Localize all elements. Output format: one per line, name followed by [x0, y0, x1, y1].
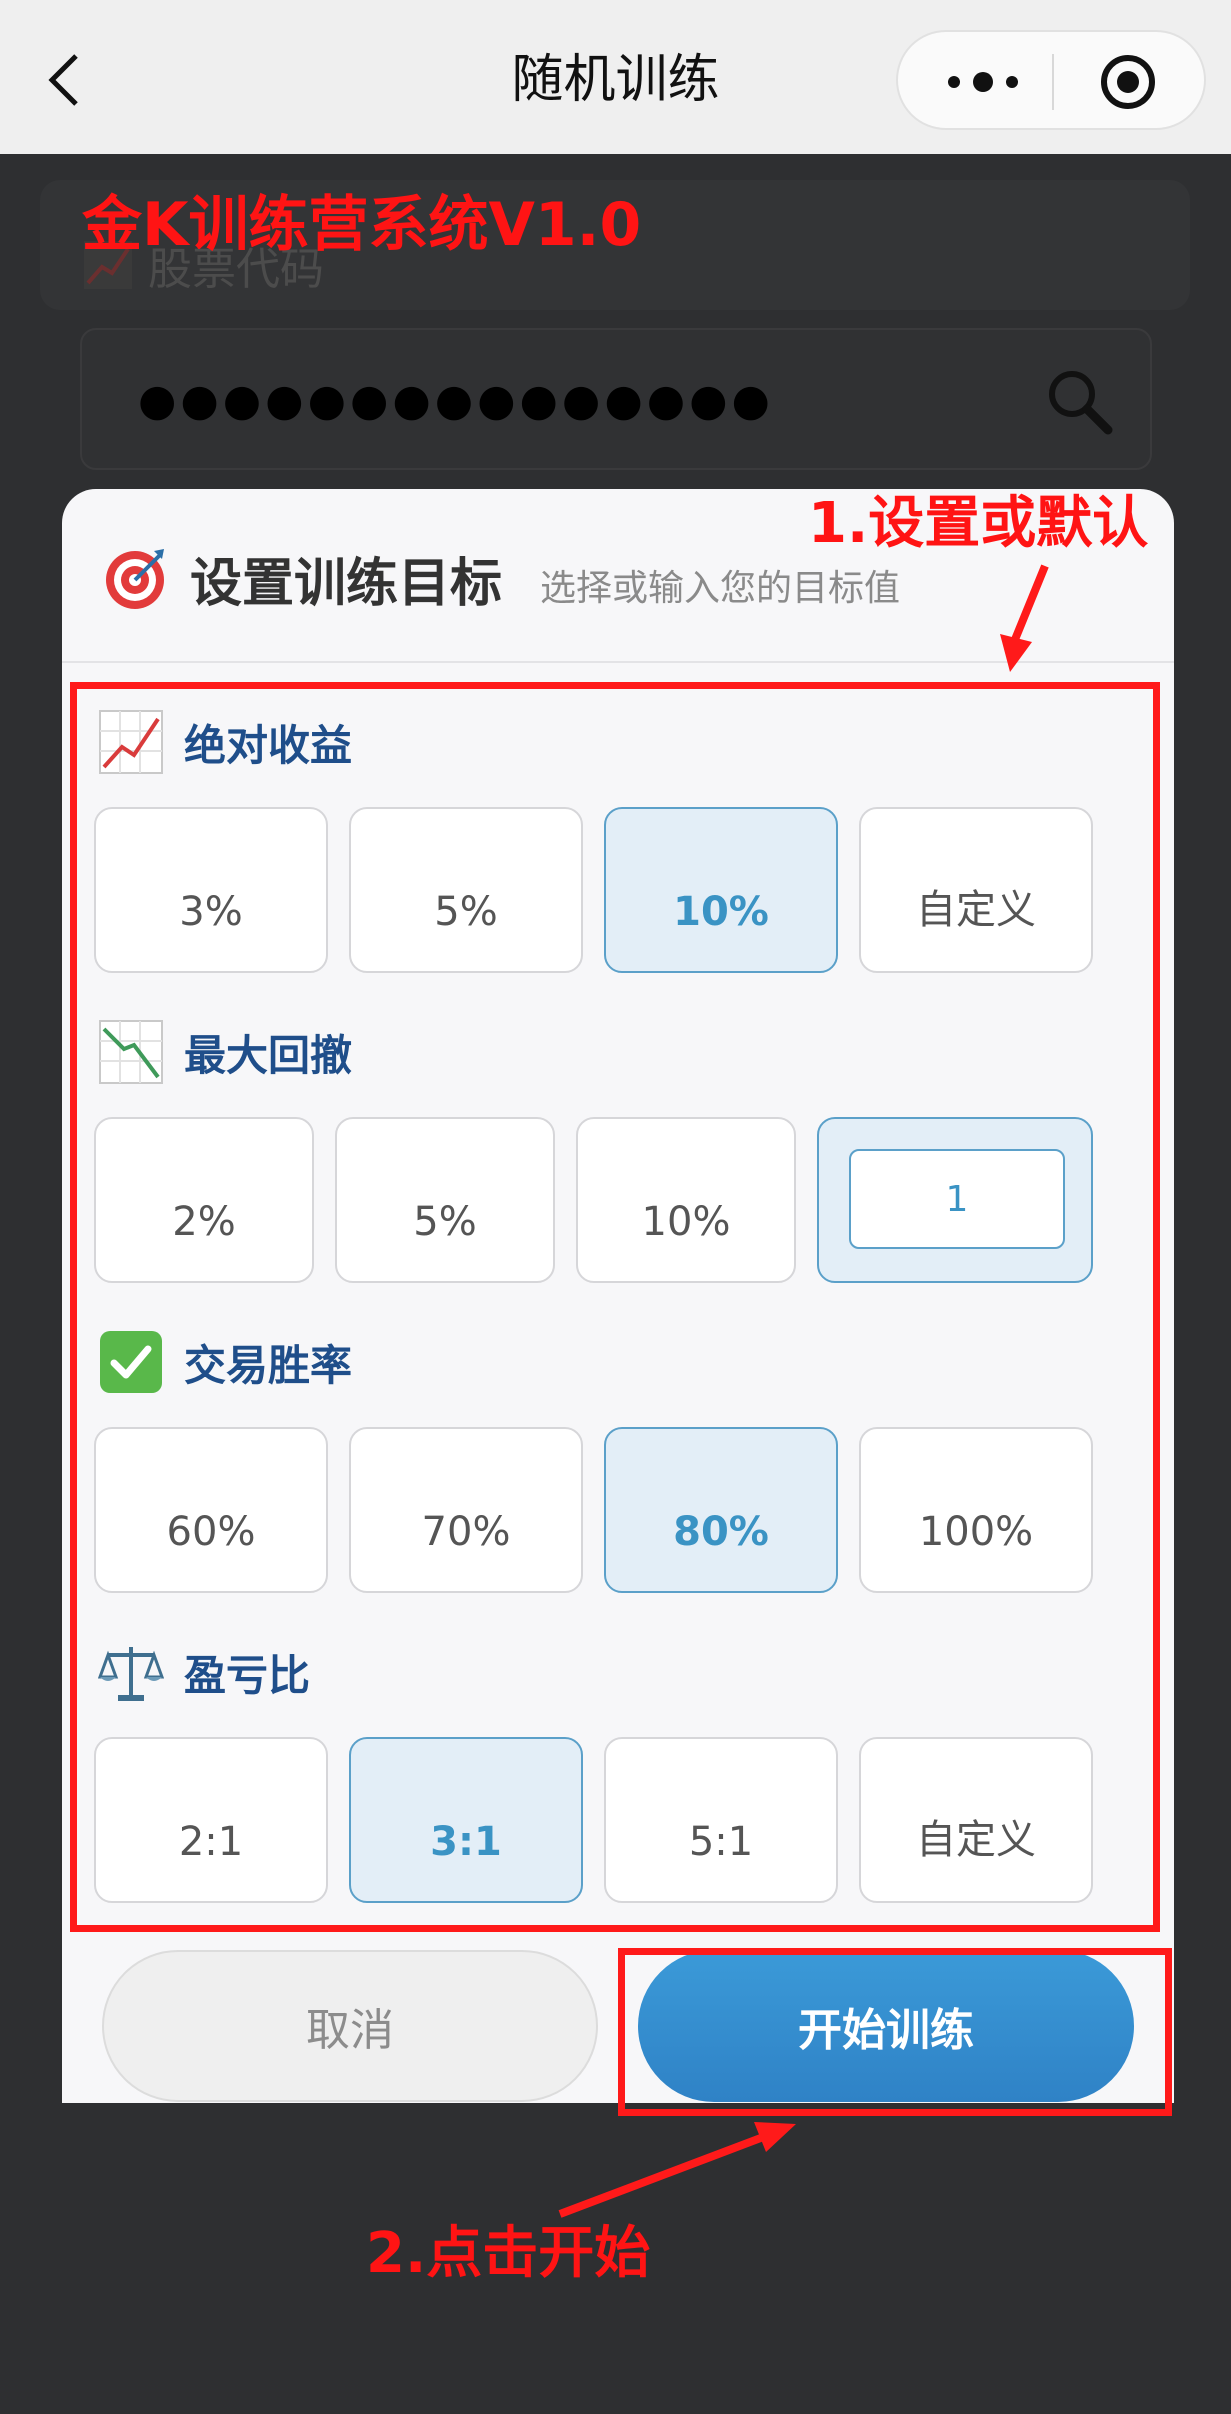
annotation-step1: 1.设置或默认: [808, 491, 1149, 556]
annotation-box-options: [70, 682, 1160, 1932]
stock-code-input[interactable]: ●●●●●●●●●●●●●●●: [80, 328, 1152, 470]
cancel-button[interactable]: 取消: [102, 1950, 598, 2102]
capsule-divider: [1052, 54, 1054, 110]
dart-target-icon: [106, 549, 164, 609]
annotation-app-title: 金K训练营系统V1.0: [82, 190, 642, 260]
miniprogram-capsule: [896, 30, 1206, 130]
more-dots-icon[interactable]: [938, 62, 1028, 102]
modal-title: 设置训练目标: [190, 554, 503, 614]
annotation-box-start: [618, 1948, 1172, 2116]
stock-code-value: ●●●●●●●●●●●●●●●: [138, 375, 774, 426]
target-circle-icon[interactable]: [1098, 52, 1158, 112]
annotation-step2: 2.点击开始: [366, 2221, 651, 2286]
modal-subtitle: 选择或输入您的目标值: [540, 568, 901, 609]
magnifier-icon[interactable]: [1044, 366, 1114, 436]
navbar: 随机训练: [0, 0, 1231, 154]
